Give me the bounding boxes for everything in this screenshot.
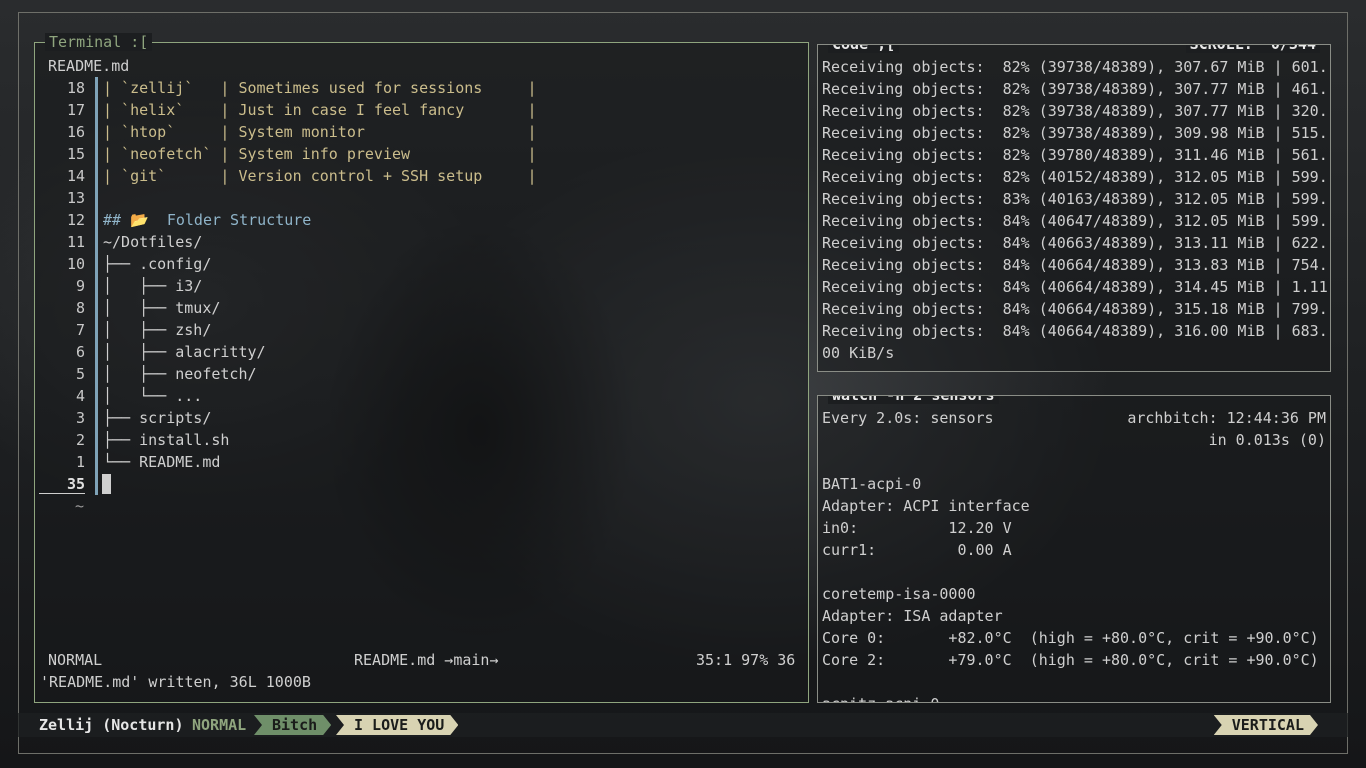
watch-host-time: archbitch: 12:44:36 PM [1127, 409, 1326, 427]
watch-header: Every 2.0s: sensors [822, 409, 994, 427]
editor-mode: NORMAL [48, 651, 103, 669]
git-progress-line: Receiving objects: 84% (40664/48389), 31… [822, 278, 1328, 296]
line-number: 17 [66, 101, 85, 119]
editor-line: └── README.md [103, 453, 221, 471]
code-pane-title: Code ;[ [828, 45, 900, 53]
line-number: 12 [66, 211, 85, 229]
editor-line: │ ├── neofetch/ [103, 365, 257, 383]
editor-line: ~/Dotfiles/ [103, 233, 203, 251]
git-progress-line: Receiving objects: 82% (39780/48389), 31… [822, 146, 1328, 164]
line-number: 16 [66, 123, 85, 141]
line-number: 13 [66, 189, 85, 207]
scroll-indicator: SCROLL: 0/344 [1185, 45, 1320, 53]
editor-gutter-bar [95, 77, 98, 495]
git-progress-line: Receiving objects: 82% (40152/48389), 31… [822, 168, 1328, 186]
current-line-number: 35 [66, 475, 85, 493]
code-pane[interactable]: Code ;[ SCROLL: 0/344 Receiving objects:… [817, 44, 1331, 372]
editor-line: ├── scripts/ [103, 409, 212, 427]
editor-line: │ ├── tmux/ [103, 299, 221, 317]
line-number: 3 [75, 409, 85, 427]
sensor-line: curr1: 0.00 A [822, 541, 1012, 559]
sensor-line: BAT1-acpi-0 [822, 475, 922, 493]
tab-bitch[interactable]: Bitch [254, 715, 331, 735]
editor-line: │ └── ... [103, 387, 203, 405]
line-number: 18 [66, 79, 85, 97]
git-progress-line: Receiving objects: 84% (40663/48389), 31… [822, 234, 1328, 252]
line-number: 14 [66, 167, 85, 185]
line-number: 5 [75, 365, 85, 383]
editor-line: | `git` | Version control + SSH setup | [103, 167, 537, 185]
editor-line: | `zellij` | Sometimes used for sessions… [103, 79, 537, 97]
sensor-line: in0: 12.20 V [822, 519, 1012, 537]
current-line-underline [39, 493, 85, 494]
terminal-pane[interactable]: Terminal :[ README.md 18 | `zellij` | Som… [34, 33, 809, 703]
line-number: 11 [66, 233, 85, 251]
status-mode: NORMAL [192, 716, 247, 734]
empty-line-tilde: ~ [75, 497, 85, 515]
line-number: 7 [75, 321, 85, 339]
text-cursor [102, 474, 111, 494]
git-progress-line: Receiving objects: 82% (39738/48389), 30… [822, 102, 1328, 120]
editor-line: ├── install.sh [103, 431, 230, 449]
line-number: 9 [75, 277, 85, 295]
sensor-line: Core 2: +79.0°C (high = +80.0°C, crit = … [822, 651, 1319, 669]
git-progress-line: Receiving objects: 82% (39738/48389), 30… [822, 124, 1328, 142]
editor-line: ├── .config/ [103, 255, 212, 273]
line-number: 1 [75, 453, 85, 471]
terminal-pane-title: Terminal :[ [45, 33, 153, 51]
git-progress-line: Receiving objects: 84% (40664/48389), 31… [822, 322, 1328, 340]
sensors-pane[interactable]: watch -n 2 sensors Every 2.0s: sensors a… [817, 395, 1331, 703]
git-progress-line: Receiving objects: 84% (40664/48389), 31… [822, 256, 1328, 274]
editor-line: | `htop` | System monitor | [103, 123, 537, 141]
line-number: 4 [75, 387, 85, 405]
editor-line: │ ├── i3/ [103, 277, 203, 295]
line-number: 8 [75, 299, 85, 317]
session-name: Zellij (Nocturn) [39, 716, 184, 734]
sensor-line: coretemp-isa-0000 [822, 585, 976, 603]
sensor-line: Adapter: ISA adapter [822, 607, 1003, 625]
line-number: 10 [66, 255, 85, 273]
editor-filename: README.md [48, 57, 130, 75]
editor-file-branch: README.md →main→ [354, 651, 499, 669]
editor-line: | `helix` | Just in case I feel fancy | [103, 101, 537, 119]
sensor-line: Core 0: +82.0°C (high = +80.0°C, crit = … [822, 629, 1319, 647]
editor-cursor-position: 35:1 97% 36 [696, 651, 796, 669]
git-progress-line: Receiving objects: 82% (39738/48389), 30… [822, 58, 1328, 76]
editor-line: | `neofetch` | System info preview | [103, 145, 537, 163]
sensors-pane-title: watch -n 2 sensors [828, 396, 999, 404]
git-progress-line: 00 KiB/s [822, 344, 895, 362]
tab-i-love-you[interactable]: I LOVE YOU [336, 715, 458, 735]
editor-line: │ ├── alacritty/ [103, 343, 266, 361]
editor-line: ## 📂 Folder Structure [103, 211, 312, 229]
line-number: 6 [75, 343, 85, 361]
zellij-status-bar: Zellij (Nocturn) NORMAL Bitch I LOVE YOU… [18, 713, 1348, 737]
sensor-line: acpitz-acpi-0 [822, 693, 939, 702]
git-progress-line: Receiving objects: 83% (40163/48389), 31… [822, 190, 1328, 208]
git-progress-line: Receiving objects: 84% (40647/48389), 31… [822, 212, 1328, 230]
layout-indicator[interactable]: VERTICAL [1214, 715, 1318, 735]
sensor-line: Adapter: ACPI interface [822, 497, 1030, 515]
line-number: 2 [75, 431, 85, 449]
line-number: 15 [66, 145, 85, 163]
editor-message: 'README.md' written, 36L 1000B [40, 673, 311, 691]
editor-line: │ ├── zsh/ [103, 321, 212, 339]
git-progress-line: Receiving objects: 84% (40664/48389), 31… [822, 300, 1328, 318]
git-progress-line: Receiving objects: 82% (39738/48389), 30… [822, 80, 1328, 98]
watch-elapsed: in 0.013s (0) [1208, 431, 1326, 449]
